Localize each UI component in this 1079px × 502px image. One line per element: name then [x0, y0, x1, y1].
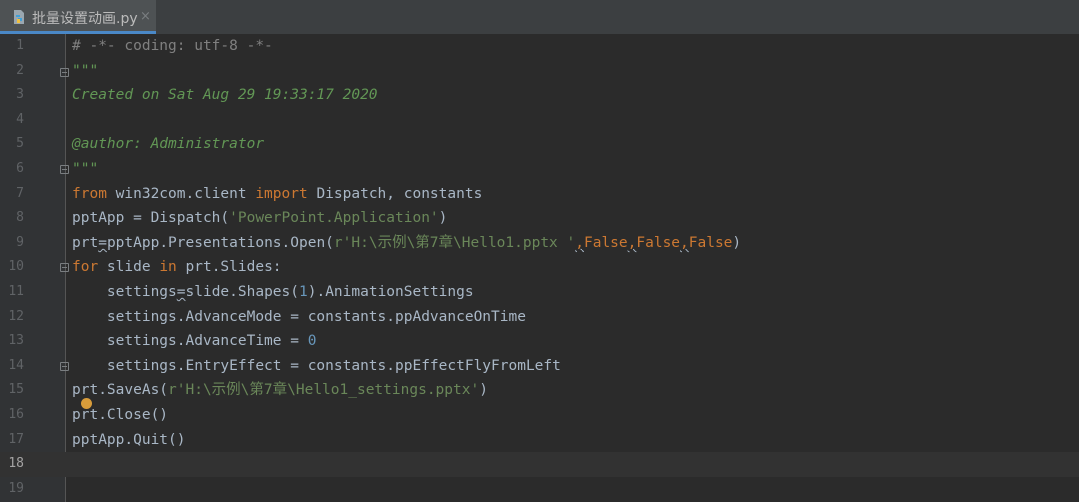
code-segment: prt	[72, 234, 99, 251]
intention-bulb-icon[interactable]	[81, 397, 92, 409]
code-segment: settings	[106, 284, 177, 300]
code-editor[interactable]: 1 # -*- coding: utf-8 -*- 2 """ 3 Create…	[0, 34, 1079, 502]
fold-marker-icon[interactable]	[60, 165, 69, 174]
line-number: 14	[8, 357, 24, 373]
code-segment: settings.AdvanceTime =	[72, 333, 308, 350]
line-number: 9	[16, 234, 24, 250]
string-literal: 'PowerPoint.Application'	[229, 210, 439, 227]
fold-marker-icon[interactable]	[60, 361, 69, 371]
line-text: settings.EntryEffect = constants.ppEffec…	[72, 357, 561, 374]
line-number: 13	[8, 333, 24, 349]
file-tab-title: 批量设置动画.py	[32, 11, 138, 27]
module-name: win32com.client	[106, 185, 256, 202]
line-number: 19	[8, 480, 24, 496]
code-line-9: 9 prt=pptApp.Presentations.Open(r'H:\示例\…	[0, 231, 1079, 256]
line-text: prt=pptApp.Presentations.Open(r'H:\示例\第7…	[72, 231, 741, 256]
code-line-6: 6 """	[0, 157, 1079, 182]
line-text: @author: Administrator	[72, 136, 265, 153]
editor-tab-bar: 批量设置动画.py ×	[0, 0, 1079, 35]
code-segment: p	[72, 431, 81, 448]
fold-marker-icon[interactable]	[60, 67, 69, 77]
code-segment: prt.SaveAs(	[72, 382, 169, 399]
line-number: 3	[16, 87, 24, 103]
string-literal: r'H:\示例\第7章\Hello1_settings.pptx'	[168, 382, 480, 399]
file-tab[interactable]: 批量设置动画.py ×	[0, 0, 156, 34]
line-number: 18	[8, 456, 24, 472]
line-text: """	[72, 161, 99, 177]
comma: ,	[680, 234, 689, 251]
code-segment: ).AnimationSettings	[307, 284, 474, 300]
code-line-17: 17 pptApp.Quit()	[0, 428, 1079, 453]
close-icon[interactable]: ×	[140, 9, 151, 24]
code-segment: prt.Slides:	[176, 259, 282, 276]
comma: ,	[575, 234, 584, 251]
number-literal: 0	[307, 333, 317, 350]
code-line-1: 1 # -*- coding: utf-8 -*-	[0, 34, 1079, 59]
keyword-false: False	[636, 234, 681, 251]
code-segment: slide	[98, 259, 160, 276]
code-segment: slide.Shapes(	[185, 284, 300, 300]
line-number: 15	[8, 382, 24, 398]
code-line-14: 14 settings.EntryEffect = constants.ppEf…	[0, 354, 1079, 379]
line-text: # -*- coding: utf-8 -*-	[72, 38, 273, 54]
line-number: 11	[8, 284, 24, 299]
code-line-7: 7 from win32com.client import Dispatch, …	[0, 182, 1079, 207]
code-segment: )	[438, 210, 448, 227]
keyword-for: for	[72, 259, 99, 276]
line-text: settings.AdvanceTime = 0	[72, 329, 317, 354]
keyword-false: False	[688, 234, 733, 251]
code-segment: )	[479, 382, 488, 399]
keyword-from: from	[72, 185, 107, 202]
number-literal: 1	[299, 284, 308, 300]
code-segment: =	[98, 234, 107, 251]
line-number: 4	[16, 111, 24, 127]
keyword-in: in	[159, 259, 177, 276]
line-number: 16	[8, 407, 24, 422]
line-number: 12	[8, 308, 24, 324]
code-segment: =	[176, 284, 186, 300]
code-line-8: 8 pptApp = Dispatch('PowerPoint.Applicat…	[0, 206, 1079, 231]
line-number: 17	[8, 431, 24, 447]
line-text: from win32com.client import Dispatch, co…	[72, 182, 482, 207]
line-number: 1	[16, 38, 24, 53]
fold-marker-icon[interactable]	[60, 263, 69, 273]
code-line-2: 2 """	[0, 59, 1079, 84]
keyword-import: import	[255, 185, 308, 202]
code-line-10: 10 for slide in prt.Slides:	[0, 255, 1079, 280]
line-text: Created on Sat Aug 29 19:33:17 2020	[72, 87, 378, 104]
line-text: pptApp.Quit()	[72, 428, 186, 453]
line-number: 8	[16, 210, 24, 226]
line-text: for slide in prt.Slides:	[72, 255, 282, 280]
line-text: settings=slide.Shapes(1).AnimationSettin…	[72, 280, 474, 305]
code-line-15: 15 prt.SaveAs(r'H:\示例\第7章\Hello1_setting…	[0, 378, 1079, 403]
line-text: pptApp = Dispatch('PowerPoint.Applicatio…	[72, 206, 447, 231]
string-literal: r'H:\示例\第7章\Hello1.pptx '	[333, 234, 576, 251]
code-line-11: 11 settings=slide.Shapes(1).AnimationSet…	[0, 280, 1079, 305]
code-segment: pptApp.Presentations.Open(	[106, 234, 334, 251]
line-text: settings.AdvanceMode = constants.ppAdvan…	[72, 308, 526, 325]
code-segment: pptApp = Dispatch(	[72, 210, 230, 227]
code-line-19: 19	[0, 477, 1079, 502]
code-line-12: 12 settings.AdvanceMode = constants.ppAd…	[0, 305, 1079, 330]
code-segment: )	[732, 234, 742, 251]
python-file-icon	[14, 10, 24, 24]
code-segment: tApp.Quit()	[89, 431, 186, 448]
code-line-3: 3 Created on Sat Aug 29 19:33:17 2020	[0, 83, 1079, 108]
line-number: 10	[8, 259, 24, 275]
code-line-18-current[interactable]: 18	[0, 452, 1079, 477]
code-line-4: 4	[0, 108, 1079, 133]
line-number: 5	[16, 136, 24, 152]
code-line-16: 16 prt.Close()	[0, 403, 1079, 428]
line-text: """	[72, 62, 99, 79]
code-line-5: 5 @author: Administrator	[0, 132, 1079, 157]
line-text: prt.SaveAs(r'H:\示例\第7章\Hello1_settings.p…	[72, 378, 488, 403]
import-names: Dispatch, constants	[307, 185, 483, 202]
line-number: 7	[16, 185, 24, 201]
code-line-13: 13 settings.AdvanceTime = 0	[0, 329, 1079, 354]
line-number: 2	[16, 62, 24, 78]
keyword-false: False	[583, 234, 628, 251]
line-number: 6	[16, 161, 24, 176]
